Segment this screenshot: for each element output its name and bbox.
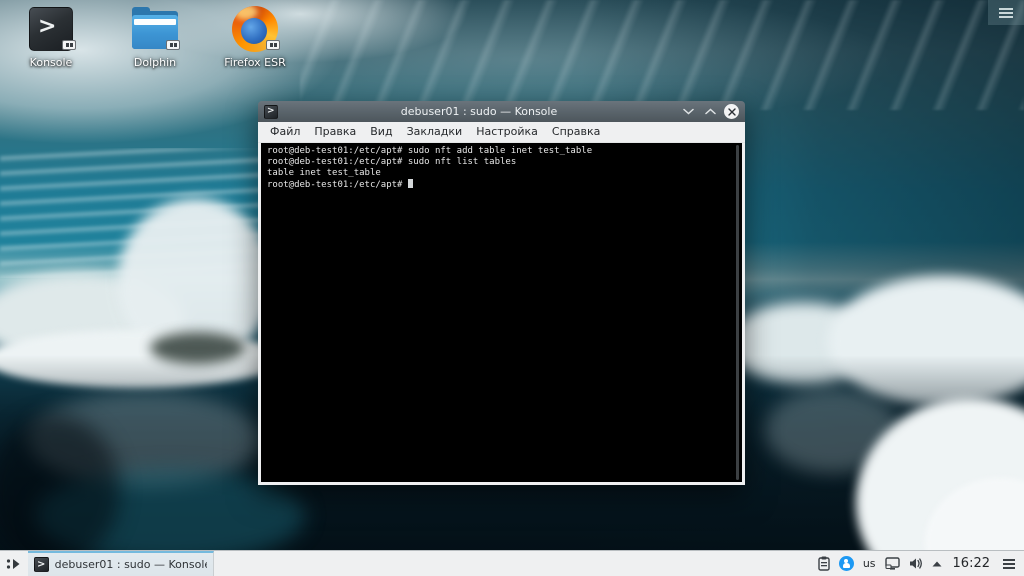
minimize-button[interactable] [680, 104, 696, 120]
taskbar-spacer [214, 551, 818, 576]
shortcut-emblem-icon [166, 40, 180, 50]
terminal-scrollbar[interactable] [736, 145, 739, 480]
desktop-icon-firefox[interactable]: Firefox ESR [212, 6, 298, 69]
wallpaper-clouds [300, 0, 1024, 110]
terminal-line: root@deb-test01:/etc/apt# sudo nft list … [267, 157, 516, 167]
window-title: debuser01 : sudo — Konsole [284, 105, 674, 118]
window-menubar: Файл Правка Вид Закладки Настройка Справ… [258, 122, 745, 143]
window-titlebar[interactable]: > debuser01 : sudo — Konsole [258, 101, 745, 122]
task-label: debuser01 : sudo — Konsole [55, 558, 207, 571]
chevron-down-icon [683, 108, 694, 115]
menu-edit[interactable]: Правка [307, 122, 363, 142]
hamburger-icon [1003, 559, 1015, 561]
taskbar: > debuser01 : sudo — Konsole us [0, 550, 1024, 576]
menu-settings[interactable]: Настройка [469, 122, 545, 142]
hamburger-icon [999, 16, 1013, 18]
shortcut-emblem-icon [266, 40, 280, 50]
desktop-icon-label: Dolphin [134, 56, 176, 69]
accessibility-icon[interactable] [839, 556, 854, 571]
hamburger-icon [999, 8, 1013, 10]
close-button[interactable] [724, 104, 739, 119]
hamburger-icon [1003, 563, 1015, 565]
close-x-icon [728, 108, 736, 116]
terminal-line: table inet test_table [267, 168, 381, 178]
terminal-view[interactable]: root@deb-test01:/etc/apt# sudo nft add t… [261, 143, 742, 482]
terminal-line: root@deb-test01:/etc/apt# sudo nft add t… [267, 146, 592, 156]
desktop-toolbox-button[interactable] [988, 0, 1024, 25]
menu-help[interactable]: Справка [545, 122, 607, 142]
menu-bookmarks[interactable]: Закладки [400, 122, 470, 142]
panel-menu-button[interactable] [1001, 557, 1017, 571]
shortcut-emblem-icon [62, 40, 76, 50]
konsole-window: > debuser01 : sudo — Konsole Файл П [258, 101, 745, 485]
clock[interactable]: 16:22 [951, 556, 992, 571]
desktop-icon-dolphin[interactable]: Dolphin [112, 6, 198, 69]
terminal-cursor [408, 179, 413, 188]
clipboard-icon[interactable] [818, 556, 830, 571]
desktop-icon-label: Firefox ESR [224, 56, 285, 69]
desktop-icon-label: Konsole [30, 56, 73, 69]
system-tray: us 16:22 [818, 551, 1024, 576]
terminal-line: root@deb-test01:/etc/apt# [267, 180, 408, 190]
keyboard-layout-indicator[interactable]: us [863, 557, 876, 570]
window-frame: root@deb-test01:/etc/apt# sudo nft add t… [258, 143, 745, 485]
maximize-button[interactable] [702, 104, 718, 120]
menu-view[interactable]: Вид [363, 122, 399, 142]
expand-arrow-icon[interactable] [932, 561, 942, 567]
app-launcher-button[interactable] [0, 551, 28, 576]
taskbar-task-konsole[interactable]: > debuser01 : sudo — Konsole [28, 551, 214, 576]
hamburger-icon [999, 12, 1013, 14]
hamburger-icon [1003, 567, 1015, 569]
app-launcher-icon [6, 557, 23, 571]
chevron-up-icon [705, 108, 716, 115]
konsole-icon: > [34, 557, 49, 572]
desktop-icon-konsole[interactable]: > Konsole [8, 6, 94, 69]
menu-file[interactable]: Файл [263, 122, 307, 142]
display-icon[interactable] [885, 557, 900, 571]
volume-icon[interactable] [909, 557, 923, 570]
konsole-icon: > [264, 105, 278, 119]
desktop: > Konsole Dolphin Firefox ESR > [0, 0, 1024, 576]
